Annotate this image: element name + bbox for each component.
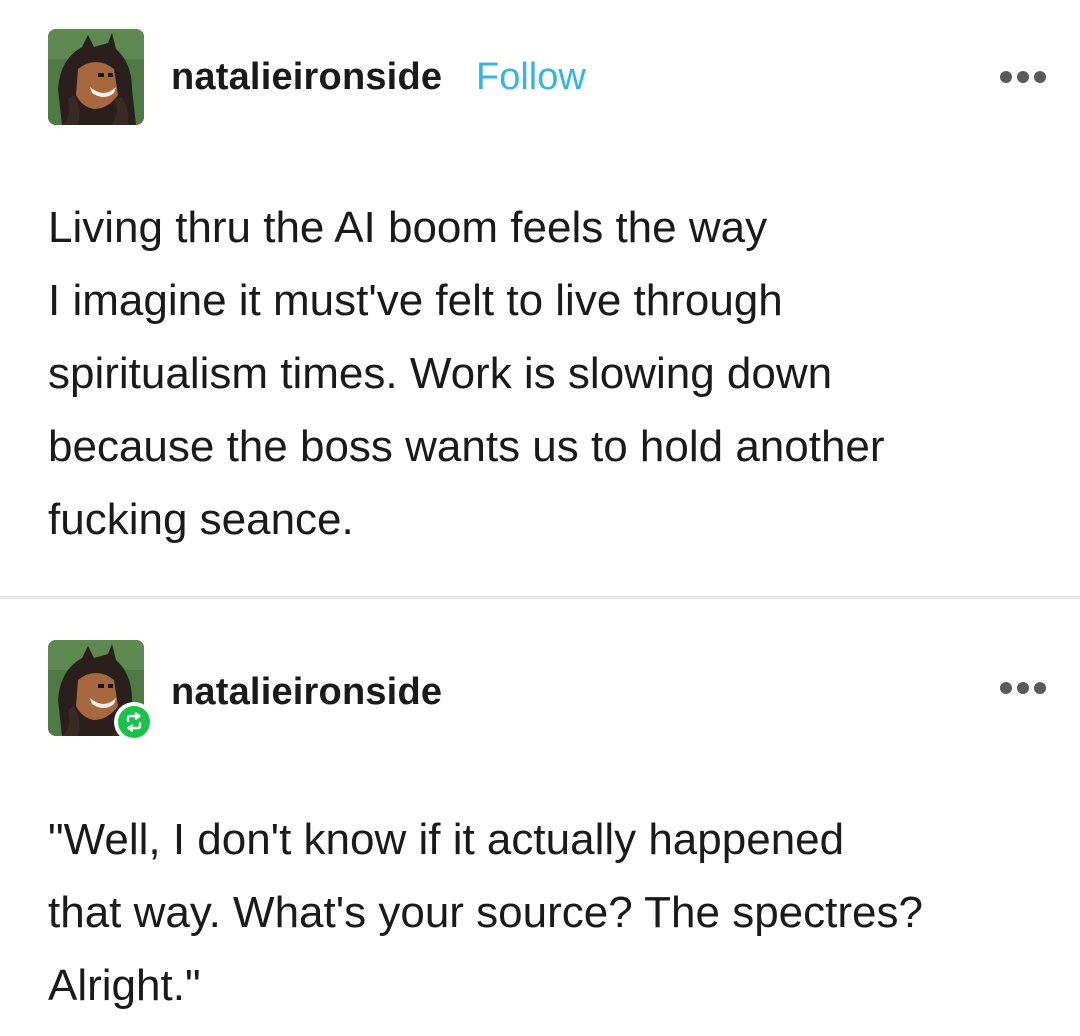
post-body: "Well, I don't know if it actually happe…	[48, 815, 923, 1010]
avatar-image	[48, 29, 144, 125]
post-body: Living thru the AI boom feels the way I …	[48, 203, 885, 544]
avatar[interactable]	[48, 29, 144, 125]
original-post: natalieironside Follow Living thru the A…	[0, 0, 1080, 597]
more-options-icon[interactable]	[998, 676, 1048, 700]
reblog-badge	[114, 702, 154, 742]
post-username[interactable]: natalieironside	[171, 668, 442, 716]
post-header: natalieironside	[48, 640, 1048, 742]
post-header: natalieironside Follow	[48, 29, 1048, 125]
post-username[interactable]: natalieironside	[171, 53, 442, 101]
follow-button[interactable]: Follow	[476, 53, 586, 101]
more-options-icon[interactable]	[998, 65, 1048, 89]
reblog-post: natalieironside "Well, I don't know if i…	[0, 599, 1080, 1036]
reblog-icon	[126, 712, 142, 732]
